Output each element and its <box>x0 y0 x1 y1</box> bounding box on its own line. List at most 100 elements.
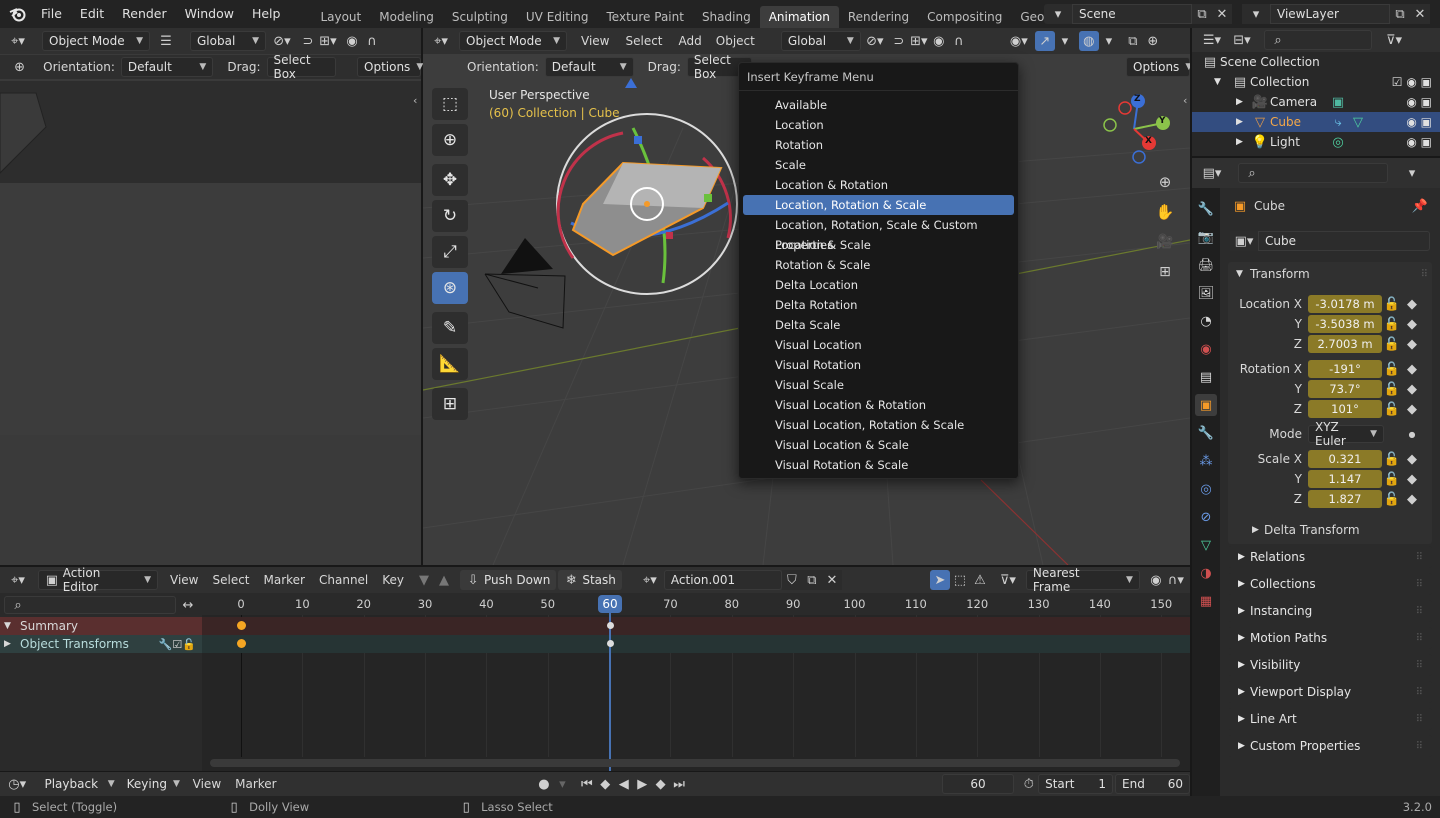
left-viewport[interactable]: ⌖▾ Object Mode ▼ ☰ Global ▼ ⊘▾ ⊃ ⊞▾ ◉ ∩ ⊕ … <box>0 28 423 565</box>
measure-tool[interactable]: 📐 <box>432 348 468 380</box>
timeline-menu-view[interactable]: View <box>193 777 221 791</box>
rotation-x-field[interactable]: -191° <box>1308 360 1382 378</box>
outliner-camera[interactable]: ▶ 🎥 Camera ▣ ◉ ▣ <box>1192 92 1440 112</box>
falloff-icon[interactable]: ∩ <box>362 31 382 51</box>
unlink-action-icon[interactable]: ✕ <box>821 570 842 590</box>
summary-expand-icon[interactable]: ▼ <box>4 621 20 631</box>
viewport-mode-dropdown[interactable]: Object Mode ▼ <box>459 31 567 51</box>
location-x-keyframe-icon[interactable]: ◆ <box>1402 294 1422 314</box>
navigation-gizmo[interactable]: Z Y X <box>1101 91 1171 165</box>
dopesheet-editor-icon[interactable]: ⌖▾ <box>8 570 28 590</box>
panel-expand-icon[interactable]: ▶ <box>1238 714 1250 724</box>
panel-expand-icon[interactable]: ▶ <box>1238 579 1250 589</box>
viewport-transform-dropdown[interactable]: Global ▼ <box>780 31 861 51</box>
transforms-keyframe-0[interactable] <box>237 639 246 648</box>
viewlayer-icon[interactable]: ▾ <box>1242 4 1270 24</box>
viewport-menu-select[interactable]: Select <box>625 34 662 48</box>
viewport-falloff-icon[interactable]: ∩ <box>949 31 969 51</box>
scale-y-field[interactable]: 1.147 <box>1308 470 1382 488</box>
tab-texture-paint[interactable]: Texture Paint <box>598 6 693 28</box>
keying-dropdown[interactable]: Keying ▼ <box>121 774 183 794</box>
panel-grip-icon[interactable]: ⠿ <box>1416 660 1423 671</box>
render-tab-icon[interactable]: 📷 <box>1195 226 1217 248</box>
channel-search-field[interactable]: ⌕ <box>4 596 176 614</box>
menu-item-14[interactable]: Visual Scale <box>743 375 1014 395</box>
left-sidebar-toggle-icon[interactable]: ‹ <box>413 94 417 107</box>
layer-up-icon[interactable]: ▲ <box>434 570 454 590</box>
outliner-light[interactable]: ▶ 💡 Light ◎ ◉ ▣ <box>1192 132 1440 152</box>
scale-x-field[interactable]: 0.321 <box>1308 450 1382 468</box>
move-tool[interactable]: ✥ <box>432 164 468 196</box>
menu-item-16[interactable]: Visual Location, Rotation & Scale <box>743 415 1014 435</box>
new-viewlayer-icon[interactable]: ⧉ <box>1390 4 1410 24</box>
only-selected-icon[interactable]: ➤ <box>929 570 950 590</box>
material-tab-icon[interactable]: ◑ <box>1195 562 1217 584</box>
record-options-icon[interactable]: ▾ <box>553 774 571 794</box>
left-mode-dropdown[interactable]: Object Mode ▼ <box>42 31 150 51</box>
tab-rendering[interactable]: Rendering <box>839 6 918 28</box>
prev-keyframe-icon[interactable]: ◆ <box>596 774 614 794</box>
keyframe-region[interactable]: 0 10 20 30 40 50 70 80 90 100 110 120 130 140 150 60 <box>202 593 1190 771</box>
wireframe-shading-icon[interactable]: ⊕ <box>1143 31 1163 51</box>
action-name-field[interactable]: Action.001 <box>663 570 782 590</box>
active-tool-icon[interactable]: ⊕ <box>10 57 29 77</box>
pan-hand-icon[interactable]: ✋ <box>1155 202 1175 222</box>
rotation-y-field[interactable]: 73.7° <box>1308 380 1382 398</box>
panel-line-art[interactable]: ▶ Line Art ⠿ <box>1228 708 1432 730</box>
menu-help[interactable]: Help <box>243 0 290 28</box>
overlays-icon[interactable]: ◍ <box>1078 31 1099 51</box>
stash-button[interactable]: ❄ Stash <box>558 570 622 590</box>
viewport-pivot-icon[interactable]: ⊘▾ <box>865 31 885 51</box>
left-drag-dropdown[interactable]: Select Box <box>266 53 336 81</box>
tab-layout[interactable]: Layout <box>311 6 370 28</box>
snap-target-icon[interactable]: ⊞▾ <box>318 31 338 51</box>
properties-search-field[interactable]: ⌕ <box>1238 163 1388 183</box>
rotation-z-keyframe-icon[interactable]: ◆ <box>1402 399 1422 419</box>
transform-collapse-icon[interactable]: ▼ <box>1236 269 1250 279</box>
rotation-mode-dot-icon[interactable]: ● <box>1402 424 1422 444</box>
cube-expand-icon[interactable]: ▶ <box>1236 117 1250 127</box>
proportional-icon[interactable]: ◉ <box>342 31 362 51</box>
scene-icon[interactable]: ▾ <box>1044 4 1072 24</box>
panel-visibility[interactable]: ▶ Visibility ⠿ <box>1228 654 1432 676</box>
gizmo-dropdown-icon[interactable]: ▾ <box>1055 31 1075 51</box>
snap-icon[interactable]: ⊃ <box>298 31 318 51</box>
collection-expand-icon[interactable]: ▼ <box>1214 77 1230 87</box>
xray-icon[interactable]: ⧉ <box>1123 31 1143 51</box>
location-y-keyframe-icon[interactable]: ◆ <box>1402 314 1422 334</box>
panel-grip-icon[interactable]: ⠿ <box>1416 579 1423 590</box>
location-z-field[interactable]: 2.7003 m <box>1308 335 1382 353</box>
panel-grip-icon[interactable]: ⠿ <box>1416 552 1423 563</box>
panel-expand-icon[interactable]: ▶ <box>1238 660 1250 670</box>
menu-item-8[interactable]: Rotation & Scale <box>743 255 1014 275</box>
add-cube-tool[interactable]: ⊞ <box>432 388 468 420</box>
collection-tab-icon[interactable]: ▤ <box>1195 366 1217 388</box>
snap-mode-dropdown[interactable]: Nearest Frame ▼ <box>1025 566 1140 594</box>
panel-motion-paths[interactable]: ▶ Motion Paths ⠿ <box>1228 627 1432 649</box>
properties-editor-icon[interactable]: ▤▾ <box>1202 163 1222 183</box>
horizontal-scrollbar[interactable] <box>210 759 1180 767</box>
delta-transform-subpanel[interactable]: ▶ Delta Transform <box>1252 521 1360 539</box>
properties-options-icon[interactable]: ▾ <box>1402 163 1422 183</box>
outliner-filter-icon[interactable]: ⊽▾ <box>1384 30 1404 50</box>
menu-item-0[interactable]: Available <box>743 95 1014 115</box>
viewport-snap-icon[interactable]: ⊃ <box>889 31 909 51</box>
new-action-icon[interactable]: ⧉ <box>801 570 822 590</box>
menu-item-9[interactable]: Delta Location <box>743 275 1014 295</box>
location-x-lock-icon[interactable]: 🔓 <box>1382 294 1402 314</box>
camera-expand-icon[interactable]: ▶ <box>1236 97 1250 107</box>
object-transforms-channel[interactable]: ▶ Object Transforms 🔧☑🔓 <box>0 635 202 653</box>
object-datablock-icon[interactable]: ▣▾ <box>1230 231 1258 251</box>
panel-grip-icon[interactable]: ⠿ <box>1416 714 1423 725</box>
rotation-y-keyframe-icon[interactable]: ◆ <box>1402 379 1422 399</box>
menu-render[interactable]: Render <box>113 0 176 28</box>
object-transforms-expand-icon[interactable]: ▶ <box>4 639 20 649</box>
ortho-grid-icon[interactable]: ⊞ <box>1155 262 1175 282</box>
menu-item-13[interactable]: Visual Rotation <box>743 355 1014 375</box>
outliner-cube[interactable]: ▶ ▽ Cube ⤷ ▽ ◉ ▣ <box>1192 112 1440 132</box>
menu-item-18[interactable]: Visual Rotation & Scale <box>743 455 1014 475</box>
menu-item-3[interactable]: Scale <box>743 155 1014 175</box>
modifier-tab-icon[interactable]: 🔧 <box>1195 422 1217 444</box>
action-menu-view[interactable]: View <box>170 573 198 587</box>
panel-expand-icon[interactable]: ▶ <box>1238 687 1250 697</box>
